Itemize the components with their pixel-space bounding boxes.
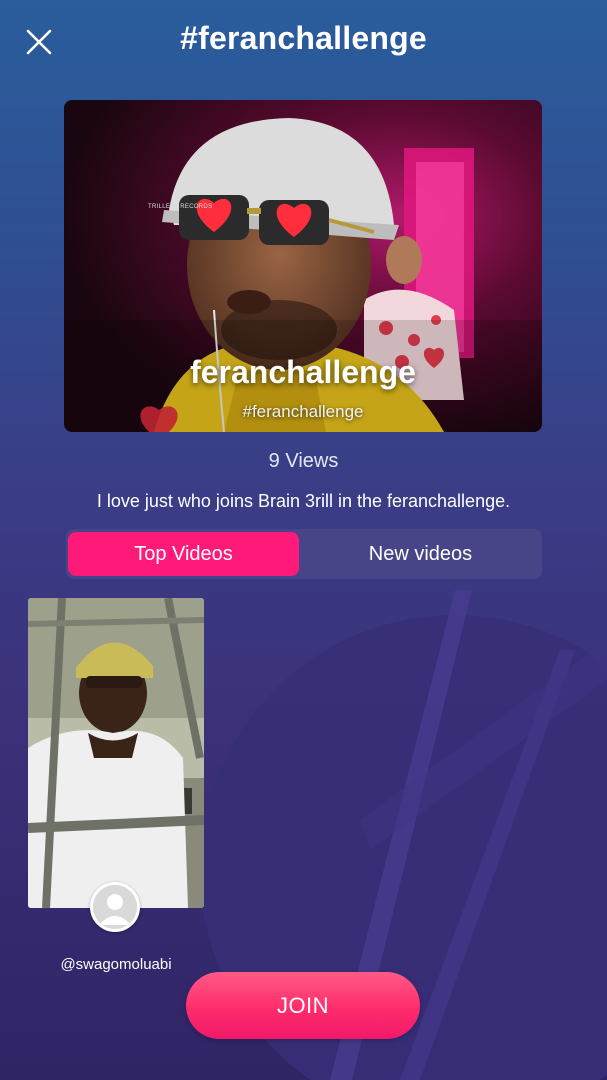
join-button[interactable]: JOIN	[186, 972, 420, 1039]
video-username[interactable]: @swagomoluabi	[30, 956, 202, 973]
challenge-banner[interactable]: TRILLEST RECORDS feranchallenge #feranch…	[64, 100, 542, 432]
user-avatar[interactable]	[90, 882, 140, 932]
page-title: #feranchallenge	[180, 20, 427, 56]
banner-logo: TRILLEST RECORDS	[148, 204, 213, 210]
video-thumbnail[interactable]	[28, 598, 204, 908]
tab-top-videos[interactable]: Top Videos	[68, 532, 299, 576]
tab-new-videos[interactable]: New videos	[299, 529, 542, 579]
banner-hashtag: #feranchallenge	[242, 402, 364, 421]
default-user-icon	[93, 885, 137, 929]
video-tabs: Top Videos New videos	[66, 529, 542, 579]
banner-title: feranchallenge	[190, 354, 416, 390]
challenge-description: I love just who joins Brain 3rill in the…	[96, 491, 511, 511]
view-count: 9 Views	[268, 450, 339, 472]
video-thumbnail-image	[28, 598, 204, 908]
